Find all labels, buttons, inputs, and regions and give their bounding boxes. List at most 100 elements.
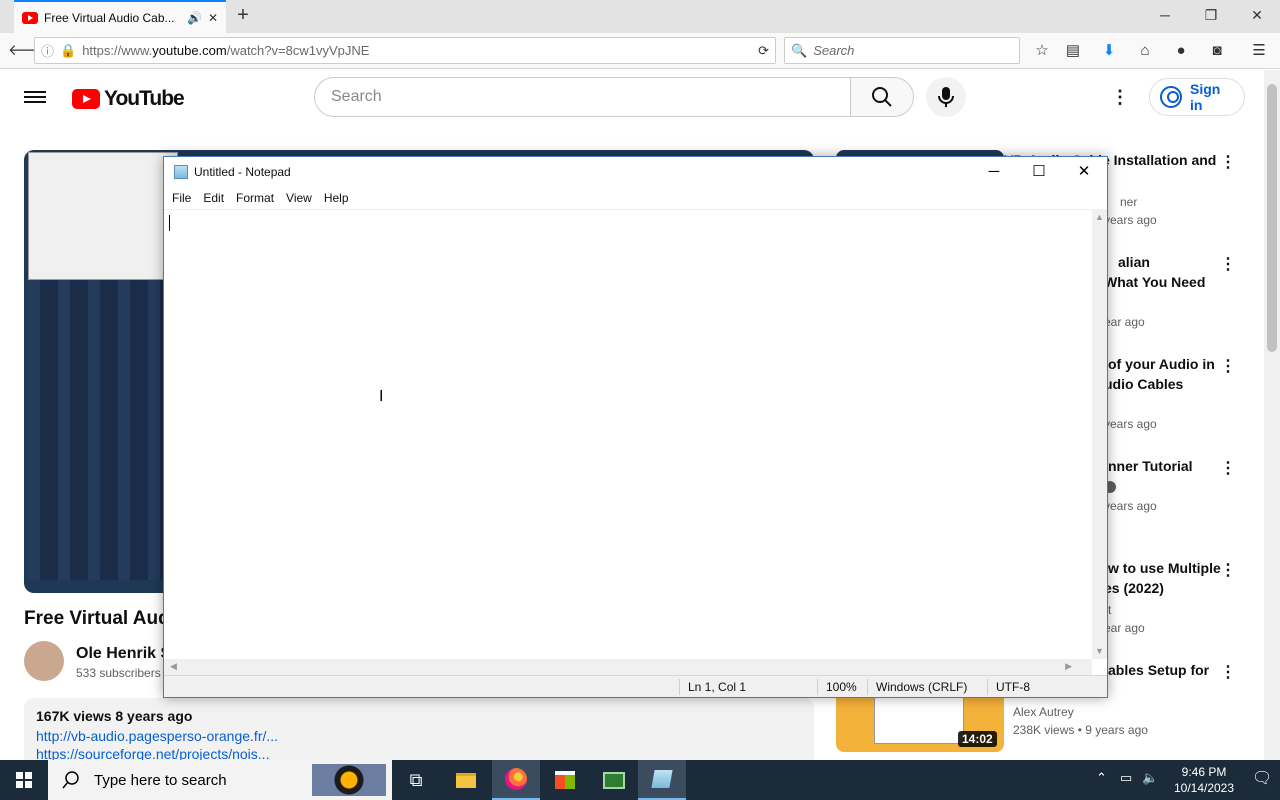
related-title-line2[interactable]: es (2022) xyxy=(1104,578,1280,598)
terminal-app-icon[interactable] xyxy=(590,760,638,800)
views-date: 167K views 8 years ago xyxy=(36,708,193,724)
search-icon xyxy=(62,771,79,789)
file-explorer-icon[interactable] xyxy=(442,760,490,800)
channel-name[interactable]: Ole Henrik S xyxy=(76,645,171,663)
new-tab-button[interactable]: + xyxy=(232,5,254,27)
menu-help[interactable]: Help xyxy=(318,191,355,205)
microphone-icon xyxy=(938,87,954,107)
notepad-text-area[interactable]: I xyxy=(164,209,1092,659)
vertical-scrollbar[interactable]: ▲ ▼ xyxy=(1092,209,1107,659)
related-title[interactable]: w to use Multiple xyxy=(1108,558,1280,578)
channel-avatar[interactable] xyxy=(24,641,64,681)
description-link[interactable]: http://vb-audio.pagesperso-orange.fr/... xyxy=(36,728,802,744)
related-more-icon[interactable]: ⋮ xyxy=(1220,560,1236,580)
tray-chevron-icon[interactable]: ⌃ xyxy=(1096,770,1107,786)
taskbar-search-input[interactable]: Type here to search xyxy=(48,760,392,800)
notepad-window[interactable]: Untitled - Notepad ─ ☐ ✕ File Edit Forma… xyxy=(163,156,1108,698)
video-description[interactable]: 167K views 8 years ago http://vb-audio.p… xyxy=(24,698,814,768)
info-icon[interactable]: ⓘ xyxy=(41,41,54,60)
related-title[interactable]: ables Setup for xyxy=(1108,660,1280,680)
youtube-play-icon xyxy=(72,89,100,109)
account-icon xyxy=(1160,86,1182,108)
text-caret xyxy=(169,215,170,231)
restore-button[interactable]: ❐ xyxy=(1188,4,1234,28)
more-options-icon[interactable]: ⋮ xyxy=(1110,87,1130,107)
sign-in-button[interactable]: Sign in xyxy=(1149,78,1245,116)
reload-icon[interactable]: ⟳ xyxy=(758,43,769,59)
video-frame-desktop-icons xyxy=(28,280,178,580)
browser-tab[interactable]: Free Virtual Audio Cab... 🔊 ✕ xyxy=(14,0,226,33)
page-scrollbar[interactable] xyxy=(1264,70,1280,760)
related-more-icon[interactable]: ⋮ xyxy=(1220,152,1236,172)
related-title-line2[interactable]: udio Cables xyxy=(1104,374,1280,394)
system-tray: ⌃ ▭ 🔈 9:46 PM 10/14/2023 🗨 xyxy=(1090,760,1280,800)
reading-list-icon[interactable]: ▤ xyxy=(1061,40,1085,62)
browser-search-input[interactable]: 🔍 Search xyxy=(784,37,1020,64)
guide-menu-icon[interactable] xyxy=(24,88,46,106)
menu-edit[interactable]: Edit xyxy=(197,191,230,205)
youtube-search-button[interactable] xyxy=(850,77,914,117)
related-channel: t xyxy=(1108,603,1112,617)
horizontal-scrollbar[interactable]: ◀ ▶ xyxy=(164,659,1092,675)
search-icon xyxy=(872,87,892,107)
duration-badge: 14:02 xyxy=(958,731,997,747)
clock-time: 9:46 PM xyxy=(1181,765,1227,779)
clock[interactable]: 9:46 PM 10/14/2023 xyxy=(1166,764,1242,796)
minimize-button[interactable]: ─ xyxy=(1142,4,1188,28)
menu-format[interactable]: Format xyxy=(230,191,280,205)
tab-title: Free Virtual Audio Cab... xyxy=(44,10,175,25)
speaker-icon[interactable]: 🔊 xyxy=(187,11,202,25)
video-frame-dialog xyxy=(28,152,178,280)
back-button[interactable]: 🡐 xyxy=(8,40,48,62)
related-more-icon[interactable]: ⋮ xyxy=(1220,662,1236,682)
url-bar[interactable]: ⓘ 🔒 https://www.youtube.com/watch?v=8cw1… xyxy=(34,37,776,64)
notepad-close-button[interactable]: ✕ xyxy=(1061,157,1107,187)
bookmark-star-icon[interactable]: ☆ xyxy=(1030,40,1054,62)
cursor-position: Ln 1, Col 1 xyxy=(679,679,746,695)
url-text: https://www.youtube.com/watch?v=8cw1vyVp… xyxy=(82,43,370,58)
related-more-icon[interactable]: ⋮ xyxy=(1220,356,1236,376)
extension-icon[interactable]: ● xyxy=(1169,40,1193,62)
related-title[interactable]: alian xyxy=(1118,252,1280,272)
related-meta: years ago xyxy=(1104,213,1157,227)
related-title[interactable]: of your Audio in xyxy=(1108,354,1280,374)
nav-bar: 🡐 ⓘ 🔒 https://www.youtube.com/watch?v=8c… xyxy=(0,33,1280,69)
line-ending: Windows (CRLF) xyxy=(867,679,967,695)
voice-search-button[interactable] xyxy=(926,77,966,117)
related-more-icon[interactable]: ⋮ xyxy=(1220,458,1236,478)
tab-bar: Free Virtual Audio Cab... 🔊 ✕ + ─ ❐ ✕ xyxy=(0,0,1280,33)
subscriber-count: 533 subscribers xyxy=(76,666,161,680)
close-tab-icon[interactable]: ✕ xyxy=(208,11,218,25)
download-icon[interactable]: ⬇ xyxy=(1097,40,1121,62)
related-meta: ear ago xyxy=(1104,315,1145,329)
home-icon[interactable]: ⌂ xyxy=(1133,40,1157,62)
store-icon[interactable] xyxy=(541,760,589,800)
related-more-icon[interactable]: ⋮ xyxy=(1220,254,1236,274)
related-title-line2[interactable]: What You Need xyxy=(1104,272,1280,292)
close-window-button[interactable]: ✕ xyxy=(1234,4,1280,28)
notepad-maximize-button[interactable]: ☐ xyxy=(1016,157,1062,187)
menu-file[interactable]: File xyxy=(166,191,197,205)
pocket-icon[interactable]: ◙ xyxy=(1205,40,1229,62)
menu-view[interactable]: View xyxy=(280,191,318,205)
zoom-level: 100% xyxy=(817,679,857,695)
encoding: UTF-8 xyxy=(987,679,1030,695)
network-icon[interactable]: ▭ xyxy=(1120,770,1132,786)
hamburger-menu-icon[interactable]: ☰ xyxy=(1247,40,1271,62)
youtube-favicon-icon xyxy=(22,11,38,24)
youtube-search-input[interactable]: Search xyxy=(314,77,851,117)
related-channel: ner xyxy=(1120,195,1138,209)
notepad-taskbar-icon[interactable] xyxy=(638,760,686,800)
start-button[interactable] xyxy=(0,760,48,800)
related-meta: years ago xyxy=(1104,499,1157,513)
youtube-logo[interactable]: YouTube xyxy=(72,87,185,111)
notification-icon[interactable]: 🗨 xyxy=(1252,768,1272,788)
volume-icon[interactable]: 🔈 xyxy=(1142,770,1158,786)
notepad-titlebar[interactable]: Untitled - Notepad xyxy=(164,157,1107,187)
video-title: Free Virtual Audi xyxy=(24,608,175,629)
notepad-menubar: File Edit Format View Help xyxy=(164,187,1107,209)
notepad-minimize-button[interactable]: ─ xyxy=(971,157,1017,187)
related-title[interactable]: nner Tutorial xyxy=(1108,456,1280,476)
task-view-icon[interactable]: ⧉ xyxy=(392,760,440,800)
firefox-icon[interactable] xyxy=(492,760,540,800)
